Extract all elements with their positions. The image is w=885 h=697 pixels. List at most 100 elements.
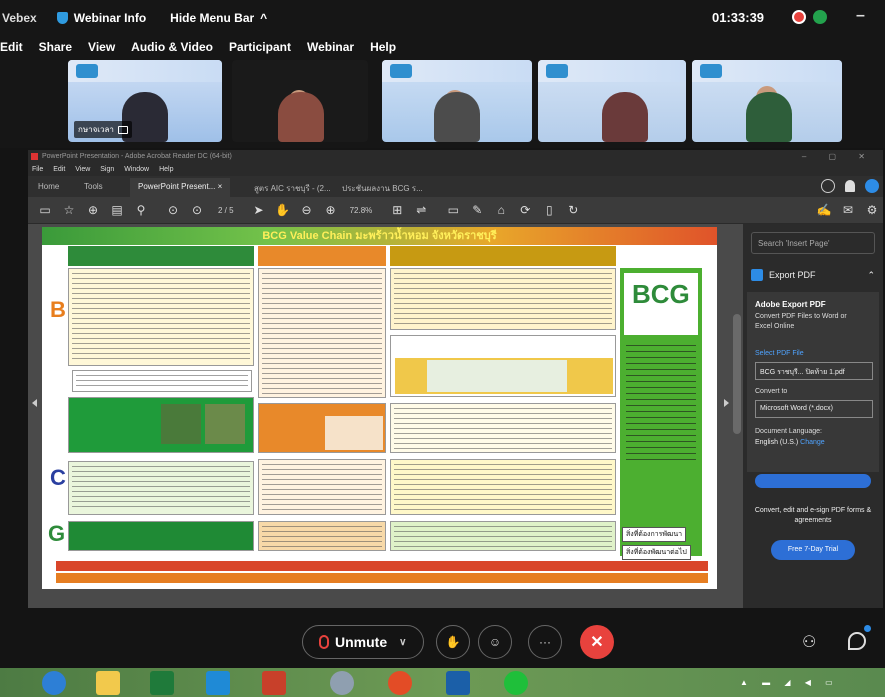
participant-strip: กษาจเวลา bbox=[0, 58, 885, 148]
bell-icon[interactable] bbox=[845, 180, 855, 192]
edge-icon[interactable] bbox=[42, 671, 66, 695]
print-icon[interactable]: ▤ bbox=[110, 203, 124, 217]
comment-icon[interactable]: ▭ bbox=[446, 203, 460, 217]
share-icon[interactable]: ⟳ bbox=[518, 203, 532, 217]
collapse-right-icon[interactable] bbox=[724, 399, 729, 407]
hand-icon[interactable]: ✋ bbox=[275, 203, 290, 217]
browser-icon[interactable] bbox=[330, 671, 354, 695]
leave-meeting-button[interactable]: ✕ bbox=[580, 625, 614, 659]
page-up-icon[interactable]: ⊙ bbox=[166, 203, 180, 217]
search-icon[interactable]: ⚲ bbox=[134, 203, 148, 217]
convert-format-select[interactable]: Microsoft Word (*.docx) bbox=[755, 400, 873, 418]
change-language-link[interactable]: Change bbox=[800, 439, 825, 446]
account-settings-icon[interactable]: ⚙ bbox=[865, 203, 879, 217]
slide-page: BCG Value Chain มะพร้าวน้ำหอม จังหวัดราช… bbox=[42, 227, 717, 589]
page-down-icon[interactable]: ⊙ bbox=[190, 203, 204, 217]
store-icon[interactable] bbox=[150, 671, 174, 695]
participant-video[interactable] bbox=[382, 60, 532, 142]
acrobat-tab-bar: Home Tools PowerPoint Present... × สูตร … bbox=[28, 176, 883, 197]
tab-tools[interactable]: Tools bbox=[84, 182, 103, 191]
participant-video[interactable] bbox=[232, 60, 368, 142]
menu-participant[interactable]: Participant bbox=[229, 40, 291, 54]
reactions-button[interactable]: ☺ bbox=[478, 625, 512, 659]
menu-share[interactable]: Share bbox=[39, 40, 72, 54]
tab-powerpoint-presentation[interactable]: PowerPoint Present... × bbox=[130, 178, 231, 197]
language-value: English (U.S.) bbox=[755, 439, 799, 446]
skype-icon[interactable] bbox=[206, 671, 230, 695]
search-tools-input[interactable]: Search 'Insert Page' bbox=[751, 232, 875, 254]
mail-icon[interactable]: ✉ bbox=[841, 203, 855, 217]
acro-menu-view[interactable]: View bbox=[75, 166, 90, 173]
webinar-info-label: Webinar Info bbox=[73, 11, 147, 25]
file-explorer-icon[interactable] bbox=[96, 671, 120, 695]
selected-file-field[interactable]: BCG ราชบุรี... ปิดท้าย 1.pdf bbox=[755, 362, 873, 380]
star-icon[interactable]: ☆ bbox=[62, 203, 76, 217]
zoom-out-icon[interactable]: ⊖ bbox=[300, 203, 314, 217]
hand-raise-button[interactable]: ✋ bbox=[436, 625, 470, 659]
save-icon[interactable]: ▭ bbox=[38, 203, 52, 217]
chat-icon[interactable] bbox=[848, 632, 866, 650]
system-tray[interactable]: ▲ ▬ ◢ ◀ ▭ bbox=[740, 678, 839, 687]
free-trial-button[interactable]: Free 7-Day Trial bbox=[771, 540, 855, 560]
page-indicator[interactable]: 2 / 5 bbox=[218, 206, 234, 215]
participant-video[interactable]: กษาจเวลา bbox=[68, 60, 222, 142]
webex-top-bar: Vebex Webinar Info Hide Menu Bar ^ 01:33… bbox=[0, 0, 885, 36]
chevron-down-icon[interactable]: ∨ bbox=[399, 637, 406, 648]
smile-icon: ☺ bbox=[488, 635, 502, 649]
slide-button-next: สิ่งที่ต้องพัฒนาต่อไป bbox=[622, 545, 691, 560]
line-icon[interactable] bbox=[504, 671, 528, 695]
fit-page-icon[interactable]: ⊞ bbox=[390, 203, 404, 217]
document-view[interactable]: BCG Value Chain มะพร้าวน้ำหอม จังหวัดราช… bbox=[28, 224, 743, 608]
acrobat-title: PowerPoint Presentation - Adobe Acrobat … bbox=[42, 153, 232, 160]
more-options-button[interactable]: ··· bbox=[528, 625, 562, 659]
zoom-level[interactable]: 72.8% bbox=[350, 206, 373, 215]
rotate-icon[interactable]: ↻ bbox=[566, 203, 580, 217]
zoom-in-icon[interactable]: ⊕ bbox=[324, 203, 338, 217]
acro-menu-file[interactable]: File bbox=[32, 166, 43, 173]
meeting-clock: 01:33:39 bbox=[712, 10, 765, 25]
menu-view[interactable]: View bbox=[88, 40, 115, 54]
select-file-label[interactable]: Select PDF File bbox=[755, 350, 804, 357]
hide-menu-bar-button[interactable]: Hide Menu Bar ^ bbox=[170, 11, 267, 25]
delete-icon[interactable]: ▯ bbox=[542, 203, 556, 217]
scroll-mode-icon[interactable]: ⇌ bbox=[414, 203, 428, 217]
menu-audio-video[interactable]: Audio & Video bbox=[131, 40, 213, 54]
highlight-icon[interactable]: ⌂ bbox=[494, 203, 508, 217]
minimize-button[interactable]: – bbox=[856, 7, 865, 25]
acro-menu-help[interactable]: Help bbox=[159, 166, 173, 173]
window-controls[interactable]: – ▢ ✕ bbox=[802, 150, 875, 163]
cursor-icon[interactable]: ➤ bbox=[252, 203, 266, 217]
unmute-button[interactable]: Unmute ∨ bbox=[302, 625, 424, 659]
connection-status-icon[interactable] bbox=[813, 10, 827, 24]
participants-icon[interactable]: ⚇ bbox=[802, 632, 816, 652]
sign-icon[interactable]: ✍ bbox=[817, 203, 832, 217]
chrome-icon[interactable] bbox=[388, 671, 412, 695]
participant-video[interactable] bbox=[692, 60, 842, 142]
chevron-up-icon: ⌃ bbox=[867, 269, 875, 280]
tab-home[interactable]: Home bbox=[38, 182, 59, 191]
collapse-left-icon[interactable] bbox=[32, 399, 37, 407]
tab-bcg-document[interactable]: ประชันผลงาน BCG ร... bbox=[342, 182, 423, 195]
acro-menu-edit[interactable]: Edit bbox=[53, 166, 65, 173]
menu-edit[interactable]: Edit bbox=[0, 40, 23, 54]
recording-icon[interactable] bbox=[792, 10, 806, 24]
powerpoint-icon[interactable] bbox=[262, 671, 286, 695]
webinar-info-button[interactable]: Webinar Info bbox=[56, 11, 147, 25]
acrobat-window: PowerPoint Presentation - Adobe Acrobat … bbox=[28, 150, 883, 608]
vertical-scrollbar[interactable] bbox=[733, 314, 741, 434]
account-icon[interactable] bbox=[865, 179, 879, 193]
export-button[interactable] bbox=[755, 474, 871, 488]
webex-icon[interactable] bbox=[446, 671, 470, 695]
pdf-icon bbox=[31, 153, 38, 160]
tab-aic-document[interactable]: สูตร AIC ราชบุรี - (2... bbox=[254, 182, 331, 195]
help-icon[interactable] bbox=[821, 179, 835, 193]
export-pdf-section[interactable]: Export PDF ⌃ bbox=[751, 262, 875, 288]
acro-menu-window[interactable]: Window bbox=[124, 166, 149, 173]
participant-video[interactable] bbox=[538, 60, 686, 142]
menu-webinar[interactable]: Webinar bbox=[307, 40, 354, 54]
menu-help[interactable]: Help bbox=[370, 40, 396, 54]
webex-window: Vebex Webinar Info Hide Menu Bar ^ 01:33… bbox=[0, 0, 885, 697]
acro-menu-sign[interactable]: Sign bbox=[100, 166, 114, 173]
upload-icon[interactable]: ⊕ bbox=[86, 203, 100, 217]
pen-icon[interactable]: ✎ bbox=[470, 203, 484, 217]
